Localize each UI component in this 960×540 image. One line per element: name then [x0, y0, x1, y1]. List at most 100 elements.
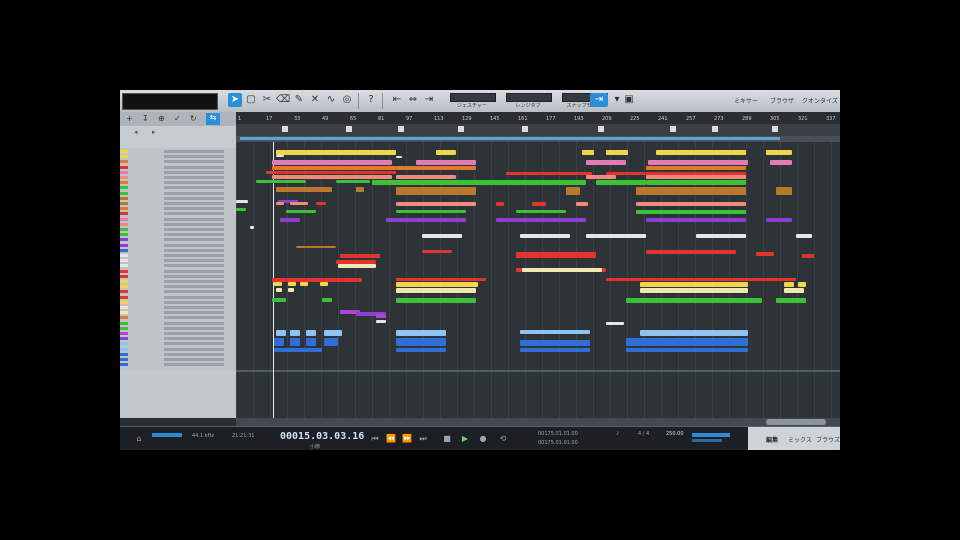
eraser-tool-icon[interactable]: ⌫	[276, 93, 290, 107]
marker-flag[interactable]	[522, 126, 528, 132]
track-row[interactable]	[120, 358, 230, 361]
track-name-field[interactable]	[164, 238, 224, 242]
track-name-field[interactable]	[164, 150, 224, 153]
event-clip[interactable]	[646, 175, 746, 179]
bar-ruler[interactable]: 1 17 33 49 65 81 97 113 129 145 161 177 193 209 225 241…	[236, 112, 840, 124]
track-name-field[interactable]	[164, 170, 224, 174]
marker-flag[interactable]	[458, 126, 464, 132]
track-name-field[interactable]	[164, 191, 224, 195]
event-clip[interactable]	[636, 210, 746, 214]
event-clip[interactable]	[396, 282, 478, 287]
event-clip[interactable]	[276, 155, 284, 157]
track-name-field[interactable]	[164, 186, 224, 190]
track-name-field[interactable]	[164, 233, 224, 237]
track-row[interactable]	[120, 217, 230, 221]
event-clip[interactable]	[576, 202, 588, 206]
track-name-field[interactable]	[164, 347, 224, 351]
track-name-field[interactable]	[164, 316, 224, 320]
event-clip[interactable]	[486, 180, 586, 185]
event-clip[interactable]	[280, 218, 300, 222]
loop-icon[interactable]: ↻	[190, 114, 197, 123]
event-clip[interactable]	[436, 150, 456, 155]
event-clip[interactable]	[646, 180, 746, 185]
event-clip[interactable]	[288, 288, 294, 292]
event-clip[interactable]	[640, 330, 748, 336]
event-clip[interactable]	[316, 202, 326, 205]
track-row[interactable]	[120, 238, 230, 242]
track-row[interactable]	[120, 202, 230, 205]
marker-flag[interactable]	[346, 126, 352, 132]
event-clip[interactable]	[496, 218, 586, 222]
track-row[interactable]	[120, 332, 230, 335]
event-clip[interactable]	[396, 210, 466, 213]
event-clip[interactable]	[496, 202, 504, 206]
track-name-field[interactable]	[164, 196, 224, 200]
go-to-end-icon[interactable]: ⏭	[416, 433, 430, 445]
track-row[interactable]	[120, 170, 230, 174]
filter-icon[interactable]: ▸	[152, 128, 156, 136]
event-clip[interactable]	[266, 171, 396, 174]
range-tool-icon[interactable]: ▢	[244, 93, 258, 107]
track-row[interactable]	[120, 181, 230, 185]
marker-flag[interactable]	[282, 126, 288, 132]
event-clip[interactable]	[256, 180, 306, 183]
event-clip[interactable]	[290, 338, 300, 346]
event-clip[interactable]	[306, 338, 316, 346]
event-clip[interactable]	[416, 160, 476, 165]
event-clip[interactable]	[626, 298, 762, 303]
browser-button[interactable]: ブラウザ	[770, 96, 794, 105]
tempo-display[interactable]: 250.00	[666, 431, 684, 437]
event-clip[interactable]	[272, 298, 286, 302]
event-clip[interactable]	[288, 282, 296, 286]
play-icon[interactable]: ▶	[458, 433, 472, 445]
track-name-field[interactable]	[164, 217, 224, 221]
event-clip[interactable]	[636, 187, 746, 195]
track-row[interactable]	[120, 295, 230, 299]
event-clip[interactable]	[272, 160, 392, 165]
rewind-icon[interactable]: ⏪	[384, 433, 398, 445]
event-clip[interactable]	[356, 187, 364, 192]
scrollbar-thumb[interactable]	[766, 419, 826, 425]
track-name-field[interactable]	[164, 155, 224, 159]
track-row[interactable]	[120, 300, 230, 304]
browse-view-button[interactable]: ブラウズ	[816, 435, 840, 444]
track-name-field[interactable]	[164, 269, 224, 273]
event-clip[interactable]	[396, 298, 476, 303]
event-clip[interactable]	[606, 278, 796, 281]
event-clip[interactable]	[272, 278, 362, 282]
track-name-field[interactable]	[164, 285, 224, 289]
return-to-zero-icon[interactable]: ⏮	[368, 433, 382, 445]
add-track-icon[interactable]: +	[126, 114, 133, 123]
timeline-ruler[interactable]: 1 17 33 49 65 81 97 113 129 145 161 177 193 209 225 241…	[236, 112, 840, 142]
event-clip[interactable]	[396, 166, 476, 170]
track-row[interactable]	[120, 165, 230, 169]
track-name-field[interactable]	[164, 212, 224, 216]
event-clip[interactable]	[376, 320, 386, 323]
event-clip[interactable]	[274, 338, 284, 346]
track-name-field[interactable]	[164, 332, 224, 335]
split-tool-icon[interactable]: ✂	[260, 93, 274, 107]
event-clip[interactable]	[582, 150, 594, 155]
track-row[interactable]	[120, 160, 230, 164]
event-clip[interactable]	[396, 156, 402, 158]
arrangement-view[interactable]	[236, 142, 840, 418]
event-clip[interactable]	[290, 202, 308, 205]
track-name-field[interactable]	[164, 321, 224, 325]
track-name-field[interactable]	[164, 202, 224, 205]
event-clip[interactable]	[396, 348, 446, 352]
loop-range[interactable]	[240, 137, 780, 140]
event-clip[interactable]	[274, 348, 322, 352]
track-row[interactable]	[120, 259, 230, 263]
track-name-field[interactable]	[164, 363, 224, 367]
event-clip[interactable]	[802, 254, 814, 258]
fast-forward-icon[interactable]: ⏩	[400, 433, 414, 445]
track-list[interactable]	[120, 148, 236, 370]
event-clip[interactable]	[776, 298, 806, 303]
event-clip[interactable]	[566, 187, 580, 195]
event-clip[interactable]	[520, 348, 590, 352]
event-clip[interactable]	[286, 210, 316, 213]
track-name-field[interactable]	[164, 326, 224, 330]
nudge-both-icon[interactable]: ⇔	[406, 93, 420, 107]
track-name-field[interactable]	[164, 207, 224, 211]
track-name-field[interactable]	[164, 254, 224, 257]
